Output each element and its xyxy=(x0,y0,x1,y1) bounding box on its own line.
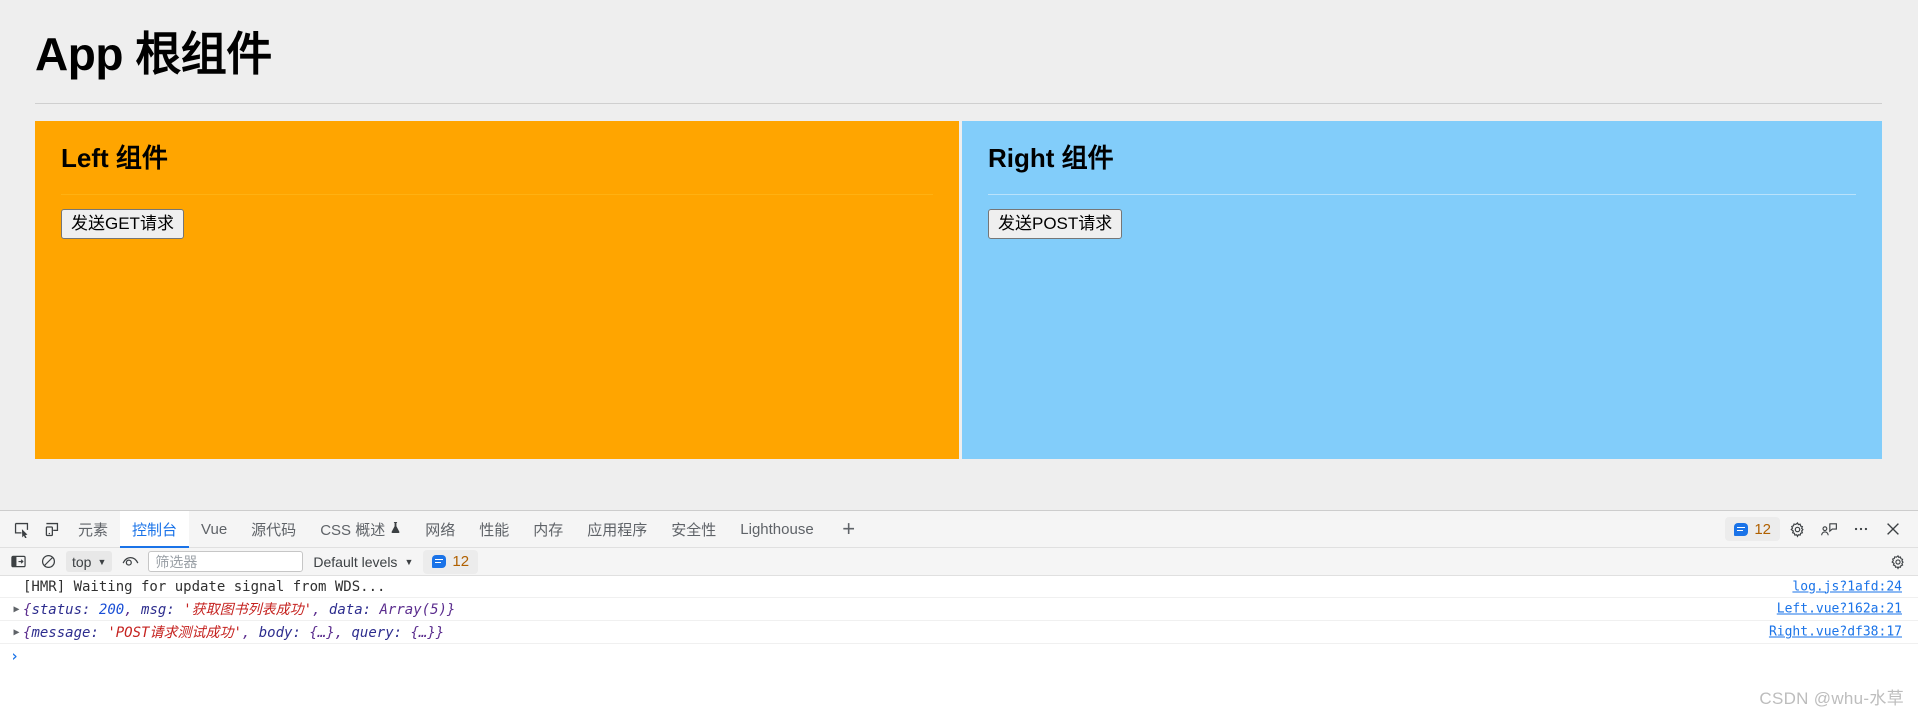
console-log-message: [HMR] Waiting for update signal from WDS… xyxy=(23,578,386,595)
console-settings-gear-icon[interactable] xyxy=(1886,551,1910,573)
message-bubble-icon xyxy=(432,555,447,568)
console-log-message: {status: 200, msg: '获取图书列表成功', data: Arr… xyxy=(23,602,456,618)
tab-elements[interactable]: 元素 xyxy=(66,511,120,548)
chevron-down-icon: ▼ xyxy=(97,556,107,567)
clear-console-icon[interactable] xyxy=(36,551,60,573)
left-component-title: Left 组件 xyxy=(61,142,168,173)
close-devtools-icon[interactable] xyxy=(1878,515,1908,543)
console-log-row[interactable]: ▶ {status: 200, msg: '获取图书列表成功', data: A… xyxy=(0,598,1918,621)
console-log-row[interactable]: ▶ [HMR] Waiting for update signal from W… xyxy=(0,576,1918,598)
console-log-source-link[interactable]: Right.vue?df38:17 xyxy=(1769,625,1902,640)
components-row: Left 组件 发送GET请求 Right 组件 发送POST请求 xyxy=(35,120,1882,459)
right-component-title: Right 组件 xyxy=(988,142,1114,173)
tab-performance-label: 性能 xyxy=(479,521,510,539)
console-sidebar-toggle-icon[interactable] xyxy=(6,551,30,573)
tab-sources[interactable]: 源代码 xyxy=(239,511,308,548)
console-log-source-link[interactable]: Left.vue?162a:21 xyxy=(1777,602,1902,617)
console-log-message: {message: 'POST请求测试成功', body: {…}, query… xyxy=(23,625,445,641)
tab-memory[interactable]: 内存 xyxy=(521,511,575,548)
right-panel-divider xyxy=(988,194,1856,196)
tab-security[interactable]: 安全性 xyxy=(659,511,728,548)
left-component-panel: Left 组件 发送GET请求 xyxy=(35,120,959,459)
more-options-icon[interactable] xyxy=(1846,515,1876,543)
tab-elements-label: 元素 xyxy=(78,521,109,539)
devtools-right-tools: 12 xyxy=(1725,515,1918,543)
page-title: App 根组件 xyxy=(35,28,272,80)
expand-arrow-icon[interactable]: ▶ xyxy=(10,627,23,638)
log-levels-select[interactable]: Default levels ▼ xyxy=(309,551,417,572)
send-post-request-button[interactable]: 发送POST请求 xyxy=(988,209,1123,240)
send-get-request-button[interactable]: 发送GET请求 xyxy=(61,209,184,240)
log-levels-value: Default levels xyxy=(313,553,398,570)
live-expression-eye-icon[interactable] xyxy=(118,551,142,573)
console-input-prompt[interactable]: › xyxy=(0,644,1918,668)
tab-memory-label: 内存 xyxy=(533,521,564,539)
toggle-device-toolbar-icon[interactable] xyxy=(36,515,66,543)
beaker-icon xyxy=(390,521,401,538)
console-message-badge[interactable]: 12 xyxy=(1725,517,1780,541)
tab-network[interactable]: 网络 xyxy=(413,511,467,548)
app-root: App 根组件 Left 组件 发送GET请求 Right 组件 发送POST请… xyxy=(35,0,1895,510)
expand-arrow-icon[interactable]: ▶ xyxy=(10,604,23,615)
devtools-tabbar: 元素 控制台 Vue 源代码 CSS 概述 网络 性能 内存 应用程序 安全性 … xyxy=(0,510,1918,548)
tab-css-overview[interactable]: CSS 概述 xyxy=(308,511,413,548)
tab-vue[interactable]: Vue xyxy=(189,511,239,548)
tab-network-label: 网络 xyxy=(425,521,456,539)
console-issues-badge[interactable]: 12 xyxy=(423,549,479,574)
chevron-down-icon: ▼ xyxy=(404,556,414,567)
tab-application[interactable]: 应用程序 xyxy=(575,511,659,548)
message-count: 12 xyxy=(1754,520,1771,538)
console-filter-toolbar: top ▼ Default levels ▼ 12 xyxy=(0,548,1918,576)
execution-context-value: top xyxy=(72,553,92,570)
console-filter-input[interactable] xyxy=(148,551,304,572)
browser-page-viewport: App 根组件 Left 组件 发送GET请求 Right 组件 发送POST请… xyxy=(0,0,1918,510)
right-component-panel: Right 组件 发送POST请求 xyxy=(962,120,1882,459)
tab-lighthouse[interactable]: Lighthouse xyxy=(728,511,825,548)
message-bubble-icon xyxy=(1734,522,1749,536)
feedback-icon[interactable] xyxy=(1814,515,1844,543)
tab-console-label: 控制台 xyxy=(132,521,178,539)
devtools-panel: 元素 控制台 Vue 源代码 CSS 概述 网络 性能 内存 应用程序 安全性 … xyxy=(0,510,1918,712)
tab-lighthouse-label: Lighthouse xyxy=(740,520,814,538)
tab-css-overview-label: CSS 概述 xyxy=(320,521,386,539)
add-panel-button[interactable]: + xyxy=(834,515,864,543)
tab-console[interactable]: 控制台 xyxy=(120,510,190,548)
console-log-list[interactable]: ▶ [HMR] Waiting for update signal from W… xyxy=(0,576,1918,712)
app-divider xyxy=(35,102,1882,104)
tab-security-label: 安全性 xyxy=(671,521,717,539)
console-issues-count: 12 xyxy=(452,553,470,570)
prompt-chevron-icon: › xyxy=(10,647,20,665)
gear-icon[interactable] xyxy=(1782,515,1812,543)
tab-application-label: 应用程序 xyxy=(587,521,648,539)
console-log-row[interactable]: ▶ {message: 'POST请求测试成功', body: {…}, que… xyxy=(0,621,1918,644)
execution-context-select[interactable]: top ▼ xyxy=(66,551,113,572)
tab-sources-label: 源代码 xyxy=(251,521,297,539)
tab-vue-label: Vue xyxy=(201,520,228,538)
inspect-element-icon[interactable] xyxy=(6,515,36,543)
console-log-source-link[interactable]: log.js?1afd:24 xyxy=(1792,579,1902,594)
tab-performance[interactable]: 性能 xyxy=(467,511,521,548)
left-panel-divider xyxy=(61,194,933,196)
